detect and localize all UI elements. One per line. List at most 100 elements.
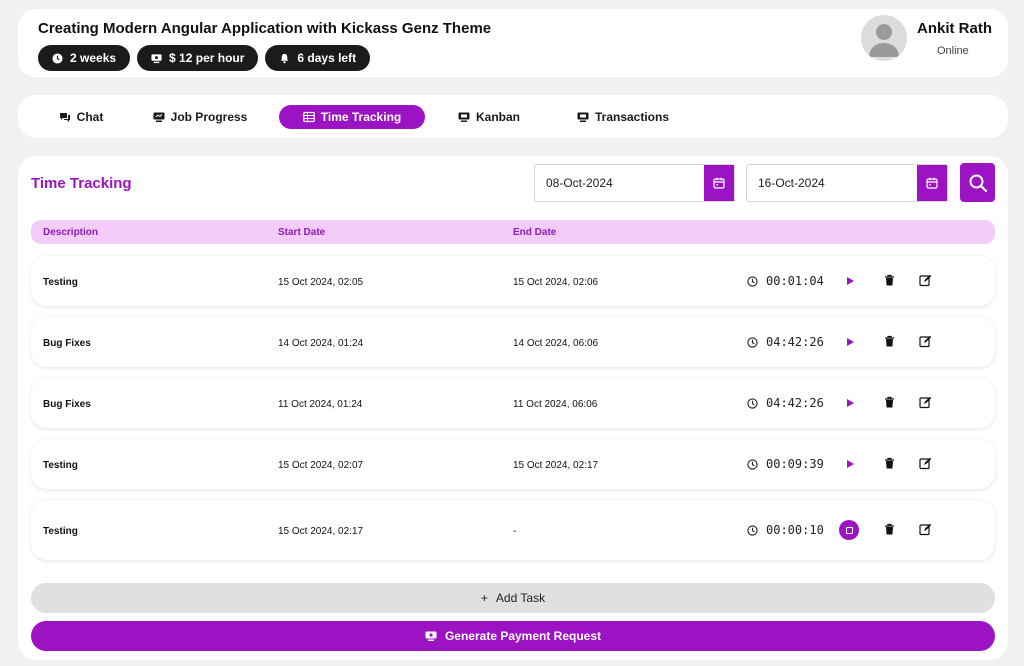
tab-kanban-label: Kanban	[475, 110, 520, 124]
clock-icon	[747, 336, 758, 348]
row-duration: 04:42:26	[747, 335, 824, 349]
tab-job-progress-label: Job Progress	[170, 110, 248, 124]
generate-payment-button[interactable]: Generate Payment Request	[31, 621, 995, 651]
user-avatar-icon	[869, 24, 899, 57]
bell-icon	[281, 53, 289, 63]
from-date-field[interactable]	[534, 164, 735, 202]
edit-icon[interactable]	[919, 335, 932, 348]
edit-icon[interactable]	[919, 523, 932, 536]
row-description: Testing	[43, 277, 78, 288]
add-task-button[interactable]: + Add Task	[31, 583, 995, 613]
section-title: Time Tracking	[31, 175, 132, 192]
tab-transactions-label: Transactions	[594, 110, 670, 124]
table-row: Bug Fixes 11 Oct 2024, 01:24 11 Oct 2024…	[31, 378, 995, 428]
column-end-date: End Date	[513, 227, 557, 238]
column-start-date: Start Date	[278, 227, 326, 238]
row-end-date: 15 Oct 2024, 02:17	[513, 460, 599, 471]
row-description: Testing	[43, 526, 78, 537]
row-duration: 00:01:04	[747, 274, 824, 288]
play-icon[interactable]	[843, 457, 857, 471]
from-date-input[interactable]	[546, 176, 696, 190]
row-start-date: 11 Oct 2024, 01:24	[278, 399, 363, 410]
stop-icon	[845, 526, 853, 534]
play-icon[interactable]	[843, 335, 857, 349]
tab-bar: Chat Job Progress Time Tracking Kanban T…	[18, 95, 1008, 138]
payment-icon	[425, 631, 437, 641]
tab-kanban[interactable]: Kanban	[454, 105, 524, 129]
row-description: Bug Fixes	[43, 338, 91, 349]
table-row: Testing 15 Oct 2024, 02:05 15 Oct 2024, …	[31, 256, 995, 306]
column-description: Description	[43, 227, 99, 238]
edit-icon[interactable]	[919, 396, 932, 409]
delete-icon[interactable]	[883, 396, 896, 409]
clock-icon	[747, 275, 758, 287]
rate-chip: $ 12 per hour	[137, 45, 259, 71]
generate-payment-label: Generate Payment Request	[444, 629, 602, 643]
row-description: Testing	[43, 460, 78, 471]
row-end-date: 11 Oct 2024, 06:06	[513, 399, 598, 410]
clock-icon	[52, 52, 63, 64]
row-duration-value: 00:01:04	[766, 274, 824, 288]
table-row: Bug Fixes 14 Oct 2024, 01:24 14 Oct 2024…	[31, 317, 995, 367]
table-row: Testing 15 Oct 2024, 02:17 - 00:00:10	[31, 500, 995, 560]
clock-icon	[747, 397, 758, 409]
row-duration-value: 04:42:26	[766, 396, 824, 410]
tab-job-progress[interactable]: Job Progress	[150, 105, 250, 129]
play-icon[interactable]	[843, 396, 857, 410]
plus-icon: +	[480, 591, 488, 605]
row-start-date: 15 Oct 2024, 02:07	[278, 460, 364, 471]
progress-icon	[153, 112, 165, 122]
row-duration-value: 00:09:39	[766, 457, 824, 471]
edit-icon[interactable]	[919, 274, 932, 287]
add-task-label: Add Task	[495, 591, 546, 605]
monitor-icon	[577, 112, 589, 122]
to-date-field[interactable]	[746, 164, 948, 202]
money-icon	[151, 53, 162, 63]
user-name: Ankit Rath	[917, 20, 992, 37]
row-end-date: -	[513, 526, 517, 537]
chat-icon	[59, 113, 70, 122]
row-duration: 04:42:26	[747, 396, 824, 410]
kanban-icon	[458, 112, 470, 122]
table-icon	[302, 111, 315, 123]
user-status: Online	[937, 45, 969, 57]
duration-chip: 2 weeks	[38, 45, 131, 71]
tab-chat-label: Chat	[76, 110, 104, 124]
row-start-date: 14 Oct 2024, 01:24	[278, 338, 364, 349]
search-button[interactable]	[960, 163, 995, 202]
play-icon[interactable]	[843, 274, 857, 288]
row-end-date: 15 Oct 2024, 02:06	[513, 277, 599, 288]
delete-icon[interactable]	[883, 335, 896, 348]
row-duration: 00:09:39	[747, 457, 824, 471]
calendar-icon	[926, 177, 938, 189]
row-duration: 00:00:10	[747, 523, 824, 537]
delete-icon[interactable]	[883, 457, 896, 470]
row-description: Bug Fixes	[43, 399, 91, 410]
from-date-picker-button[interactable]	[704, 165, 734, 201]
table-row: Testing 15 Oct 2024, 02:07 15 Oct 2024, …	[31, 439, 995, 489]
delete-icon[interactable]	[883, 523, 896, 536]
time-tracking-panel: Time Tracking Description Start Date End…	[18, 156, 1008, 660]
deadline-chip-label: 6 days left	[297, 51, 357, 65]
stop-button[interactable]	[839, 520, 859, 540]
table-header: Description Start Date End Date	[31, 220, 995, 244]
edit-icon[interactable]	[919, 457, 932, 470]
to-date-picker-button[interactable]	[917, 165, 947, 201]
tab-chat[interactable]: Chat	[46, 105, 116, 129]
project-chips: 2 weeks $ 12 per hour 6 days left	[38, 45, 371, 71]
tab-transactions[interactable]: Transactions	[574, 105, 672, 129]
clock-icon	[747, 524, 758, 536]
rate-chip-label: $ 12 per hour	[169, 51, 245, 65]
tab-time-tracking[interactable]: Time Tracking	[279, 105, 425, 129]
delete-icon[interactable]	[883, 274, 896, 287]
clock-icon	[747, 458, 758, 470]
row-start-date: 15 Oct 2024, 02:17	[278, 526, 364, 537]
deadline-chip: 6 days left	[265, 45, 371, 71]
duration-chip-label: 2 weeks	[70, 51, 117, 65]
avatar[interactable]	[861, 15, 907, 61]
to-date-input[interactable]	[758, 176, 908, 190]
row-duration-value: 04:42:26	[766, 335, 824, 349]
calendar-icon	[713, 177, 725, 189]
search-icon	[969, 174, 987, 192]
row-start-date: 15 Oct 2024, 02:05	[278, 277, 364, 288]
